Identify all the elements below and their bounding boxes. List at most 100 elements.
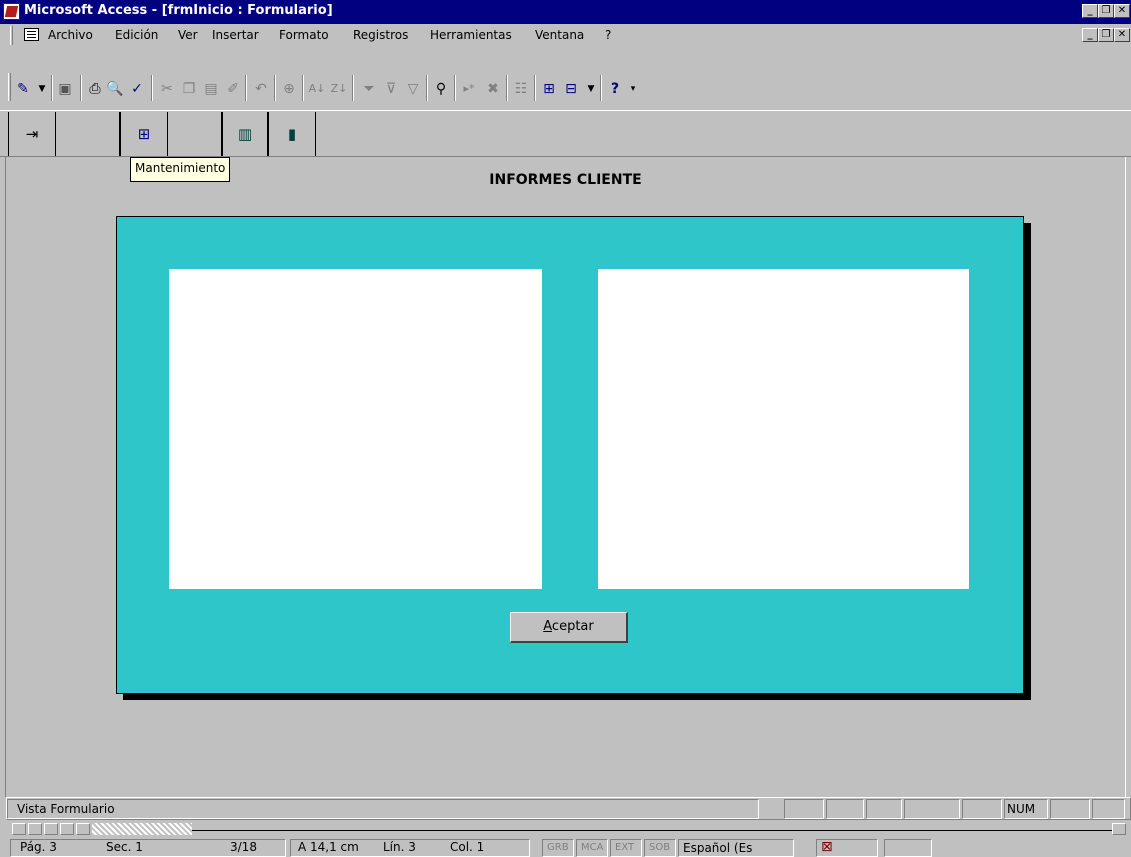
scroll-line [192,830,1112,831]
view-icon[interactable]: ✎ [14,80,32,98]
sob-indicator[interactable]: SOB [644,839,676,857]
filter-by-form-icon[interactable]: ⊽ [382,80,400,98]
find-icon[interactable]: ⚲ [432,80,450,98]
menu-grip[interactable] [10,26,13,45]
outline-view-icon[interactable] [60,823,74,835]
dropdown-arrow-icon[interactable]: ▼ [582,80,600,98]
restore-button[interactable]: ❐ [1098,4,1114,18]
right-report-box[interactable] [598,269,969,589]
status-indicator [1092,799,1125,819]
menu-herramientas[interactable]: Herramientas [430,28,512,42]
minimize-button[interactable]: _ [1082,4,1098,18]
format-painter-icon[interactable]: ✐ [224,80,242,98]
filter-by-selection-icon[interactable]: ⏷ [360,80,378,98]
blank-nav-button[interactable] [56,112,120,156]
toolbar-separator [51,75,53,101]
window-left-edge [0,157,6,797]
new-object-icon[interactable]: ⊟ [562,80,580,98]
toolbar-separator [426,75,428,101]
num-lock-indicator: NUM [1004,799,1048,819]
toolbar-separator [151,75,153,101]
menu-edicion[interactable]: Edición [115,28,158,42]
menu-registros[interactable]: Registros [353,28,408,42]
vertical-position: A 14,1 cm [298,840,359,854]
status-indicator [826,799,864,819]
status-indicator [866,799,902,819]
informes-button[interactable]: ▥ [222,112,268,156]
hyperlink-icon[interactable]: ⊕ [280,80,298,98]
spelling-status-icon[interactable]: ⊠ [816,839,878,857]
grb-indicator[interactable]: GRB [542,839,574,857]
doc-close-button[interactable]: ✕ [1114,28,1130,42]
doc-restore-button[interactable]: ❐ [1098,28,1114,42]
accept-button[interactable]: Aceptar [510,612,628,643]
form-icon: ⊞ [137,125,151,143]
menu-ayuda[interactable]: ? [605,28,611,42]
spelling-icon[interactable]: ✓ [128,80,146,98]
accept-button-label: ceptar [551,619,594,634]
menu-ver[interactable]: Ver [178,28,198,42]
status-text-panel [7,799,759,819]
toolbar-separator [274,75,276,101]
apply-filter-icon[interactable]: ▽ [404,80,422,98]
horizontal-scrollbar[interactable] [6,822,1131,836]
toolbar-separator [245,75,247,101]
paste-icon[interactable]: ▤ [202,80,220,98]
menu-insertar[interactable]: Insertar [212,28,259,42]
scroll-track[interactable] [92,823,192,835]
cut-icon[interactable]: ✂ [158,80,176,98]
left-report-box[interactable] [169,269,542,589]
document-menu-icon[interactable] [24,28,39,41]
status-text: Vista Formulario [17,802,115,816]
accept-button-mnemonic: A [543,619,552,634]
menu-bar: Archivo Edición Ver Insertar Formato Reg… [0,24,1131,47]
mca-indicator[interactable]: MCA [576,839,608,857]
column-number: Col. 1 [450,840,485,854]
save-icon[interactable]: ▣ [56,80,74,98]
status-indicator [962,799,1002,819]
new-record-icon[interactable]: ▸* [460,80,478,98]
form-view-toolbar [0,47,1131,111]
form-title: INFORMES CLIENTE [489,172,642,188]
delete-record-icon[interactable]: ✖ [484,80,502,98]
menu-ventana[interactable]: Ventana [535,28,584,42]
scroll-right-icon[interactable] [1112,823,1126,835]
dropdown-arrow-icon[interactable]: ▼ [33,80,51,98]
access-app-icon[interactable] [3,3,20,20]
ext-indicator[interactable]: EXT [610,839,642,857]
book-button[interactable]: ▮ [268,112,316,156]
exit-button[interactable]: ⇥ [8,112,56,156]
menu-formato[interactable]: Formato [279,28,329,42]
section-number: Sec. 1 [106,840,143,854]
line-number: Lín. 3 [383,840,416,854]
toolbar-separator [600,75,602,101]
toolbar-separator [302,75,304,101]
copy-icon[interactable]: ❐ [180,80,198,98]
status-indicator [1050,799,1090,819]
print-preview-icon[interactable]: 🔍 [106,80,124,98]
status-indicator [904,799,960,819]
menu-archivo[interactable]: Archivo [48,28,93,42]
window-right-edge [1125,157,1131,797]
page-view-icon[interactable] [44,823,58,835]
mantenimiento-button[interactable]: ⊞ [120,112,168,156]
online-view-icon[interactable] [28,823,42,835]
undo-icon[interactable]: ↶ [252,80,270,98]
status-indicator [784,799,824,819]
print-icon[interactable]: ⎙ [86,80,104,98]
scroll-left-icon[interactable] [76,823,90,835]
sort-ascending-icon[interactable]: A↓ [308,80,326,98]
properties-icon[interactable]: ☷ [512,80,530,98]
language-indicator[interactable]: Español (Es [678,839,794,857]
help-icon[interactable]: ? [606,80,624,98]
sort-descending-icon[interactable]: Z↓ [330,80,348,98]
blank-nav-button[interactable] [168,112,222,156]
toolbar-grip[interactable] [8,73,11,101]
exit-icon: ⇥ [25,125,39,143]
close-button[interactable]: ✕ [1114,4,1130,18]
normal-view-icon[interactable] [12,823,26,835]
dropdown-arrow-icon[interactable]: ▾ [624,80,642,98]
database-window-icon[interactable]: ⊞ [540,80,558,98]
toolbar-separator [454,75,456,101]
doc-minimize-button[interactable]: _ [1082,28,1098,42]
